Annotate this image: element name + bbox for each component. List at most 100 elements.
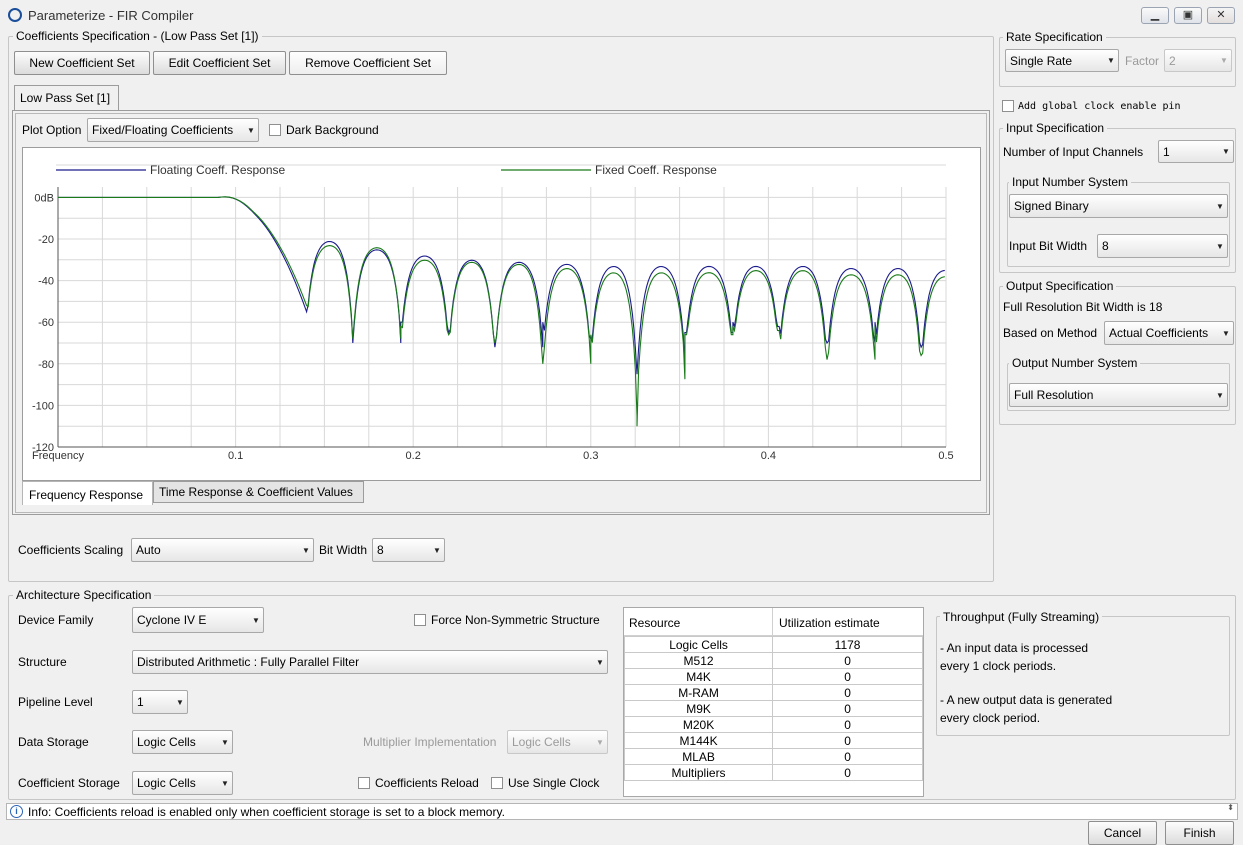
scroll-arrows-icon[interactable]: ⬍	[1227, 804, 1234, 812]
table-row: M9K 0	[623, 700, 923, 717]
remove-coefficient-set-button[interactable]: Remove Coefficient Set	[289, 51, 447, 75]
x-tick-label: 0.2	[406, 450, 421, 462]
use-single-clock-label: Use Single Clock	[508, 776, 600, 790]
based-on-method-select[interactable]: Actual Coefficients ▼	[1104, 321, 1234, 345]
coefficients-scaling-label: Coefficients Scaling	[18, 543, 124, 557]
input-channels-label: Number of Input Channels	[1003, 145, 1144, 159]
coefficient-storage-label: Coefficient Storage	[18, 776, 120, 790]
rate-value: Single Rate	[1010, 53, 1073, 68]
coefficients-reload-checkbox[interactable]	[358, 777, 370, 789]
legend-label: Fixed Coeff. Response	[595, 163, 717, 177]
chevron-down-icon: ▼	[302, 545, 310, 555]
finish-button[interactable]: Finish	[1165, 821, 1234, 845]
coeff-bit-width-value: 8	[377, 543, 384, 557]
chevron-down-icon: ▼	[596, 657, 604, 667]
output-number-system-select[interactable]: Full Resolution ▼	[1009, 383, 1228, 407]
app-icon	[8, 8, 22, 22]
factor-label: Factor	[1125, 54, 1160, 68]
resource-table-header: Resource Utilization estimate	[624, 608, 923, 636]
force-nonsymmetric-checkbox[interactable]	[414, 614, 426, 626]
full-resolution-text: Full Resolution Bit Width is 18	[1003, 300, 1163, 314]
coefficient-storage-value: Logic Cells	[137, 776, 196, 790]
info-icon: i	[10, 805, 23, 818]
output-number-system-label: Output Number System	[1009, 356, 1141, 370]
coefficient-storage-select[interactable]: Logic Cells ▼	[132, 771, 233, 795]
coeff-bit-width-select[interactable]: 8 ▼	[372, 538, 445, 562]
minimize-button[interactable]: ▁	[1141, 7, 1169, 24]
clock-enable-checkbox[interactable]	[1002, 100, 1014, 112]
chevron-down-icon: ▼	[1222, 147, 1230, 156]
architecture-spec-label: Architecture Specification	[13, 588, 155, 602]
pipeline-level-select[interactable]: 1 ▼	[132, 690, 188, 714]
table-row: M-RAM 0	[623, 684, 923, 701]
x-tick-label: 0.4	[761, 450, 776, 462]
use-single-clock-checkbox[interactable]	[491, 777, 503, 789]
utilization-cell: 0	[772, 716, 923, 733]
close-button[interactable]: ✕	[1207, 7, 1235, 24]
utilization-header: Utilization estimate	[779, 616, 880, 630]
structure-label: Structure	[18, 655, 67, 669]
input-channels-value: 1	[1163, 144, 1170, 159]
chart-legend: Floating Coeff. Response Fixed Coeff. Res…	[56, 163, 946, 177]
input-number-system-select[interactable]: Signed Binary ▼	[1009, 194, 1228, 218]
coeff-bit-width-label: Bit Width	[319, 543, 368, 557]
frequency-response-chart: Floating Coeff. Response Fixed Coeff. Res…	[32, 163, 954, 462]
chevron-down-icon: ▼	[176, 697, 184, 707]
tab-low-pass-set[interactable]: Low Pass Set [1]	[14, 85, 119, 110]
table-row: Logic Cells 1178	[623, 636, 923, 653]
based-on-method-label: Based on Method	[1003, 326, 1098, 340]
input-spec-label: Input Specification	[1003, 121, 1108, 135]
tab-frequency-response[interactable]: Frequency Response	[22, 481, 153, 505]
resource-name-cell: M9K	[623, 700, 774, 717]
plot-option-select[interactable]: Fixed/Floating Coefficients ▼	[87, 118, 259, 142]
coefficients-scaling-select[interactable]: Auto ▼	[131, 538, 314, 562]
resource-name-cell: M512	[623, 652, 774, 669]
data-storage-value: Logic Cells	[137, 735, 196, 749]
input-bit-width-label: Input Bit Width	[1009, 239, 1088, 253]
resource-name-cell: M20K	[623, 716, 774, 733]
dark-background-checkbox[interactable]	[269, 124, 281, 136]
x-tick-label: 0.3	[583, 450, 598, 462]
structure-select[interactable]: Distributed Arithmetic : Fully Parallel …	[132, 650, 608, 674]
chevron-down-icon: ▼	[433, 545, 441, 555]
clock-enable-label: Add global clock enable pin	[1018, 101, 1181, 112]
input-channels-select[interactable]: 1 ▼	[1158, 140, 1234, 163]
rate-select[interactable]: Single Rate ▼	[1005, 49, 1119, 72]
chevron-down-icon: ▼	[221, 778, 229, 788]
plot-option-label: Plot Option	[22, 123, 82, 137]
edit-coefficient-set-button[interactable]: Edit Coefficient Set	[153, 51, 286, 75]
cancel-button[interactable]: Cancel	[1088, 821, 1157, 845]
tab-low-pass-set-label: Low Pass Set [1]	[20, 91, 111, 105]
multiplier-implementation-label: Multiplier Implementation	[363, 735, 497, 749]
x-tick-label: 0.1	[228, 450, 243, 462]
chevron-down-icon: ▼	[596, 737, 604, 747]
maximize-button[interactable]: ▣	[1174, 7, 1202, 24]
chevron-down-icon: ▼	[1216, 390, 1224, 400]
tab-time-response[interactable]: Time Response & Coefficient Values	[153, 481, 364, 503]
input-bit-width-select[interactable]: 8 ▼	[1097, 234, 1228, 258]
tab-frequency-response-label: Frequency Response	[29, 488, 144, 502]
based-on-method-value: Actual Coefficients	[1109, 326, 1209, 340]
info-bar: i Info: Coefficients reload is enabled o…	[6, 803, 1238, 820]
dark-background-label: Dark Background	[286, 123, 379, 137]
data-storage-select[interactable]: Logic Cells ▼	[132, 730, 233, 754]
minimize-icon: ▁	[1150, 9, 1160, 21]
pipeline-level-value: 1	[137, 695, 144, 709]
resource-name-cell: MLAB	[623, 748, 774, 765]
factor-select[interactable]: 2 ▼	[1164, 49, 1232, 72]
tab-time-response-label: Time Response & Coefficient Values	[159, 485, 353, 499]
table-row: MLAB 0	[623, 748, 923, 765]
force-nonsymmetric-label: Force Non-Symmetric Structure	[431, 613, 600, 627]
throughput-line-4: every clock period.	[940, 711, 1041, 725]
resource-header: Resource	[629, 616, 681, 630]
device-family-select[interactable]: Cyclone IV E ▼	[132, 607, 264, 633]
multiplier-implementation-value: Logic Cells	[512, 735, 571, 749]
chevron-down-icon: ▼	[247, 125, 255, 135]
new-coefficient-set-button[interactable]: New Coefficient Set	[14, 51, 150, 75]
multiplier-implementation-select[interactable]: Logic Cells ▼	[507, 730, 608, 754]
coefficients-reload-label: Coefficients Reload	[375, 776, 479, 790]
window-title: Parameterize - FIR Compiler	[28, 8, 194, 23]
coefficients-scaling-value: Auto	[136, 543, 161, 557]
utilization-cell: 1178	[772, 636, 923, 653]
close-icon: ✕	[1216, 9, 1226, 21]
